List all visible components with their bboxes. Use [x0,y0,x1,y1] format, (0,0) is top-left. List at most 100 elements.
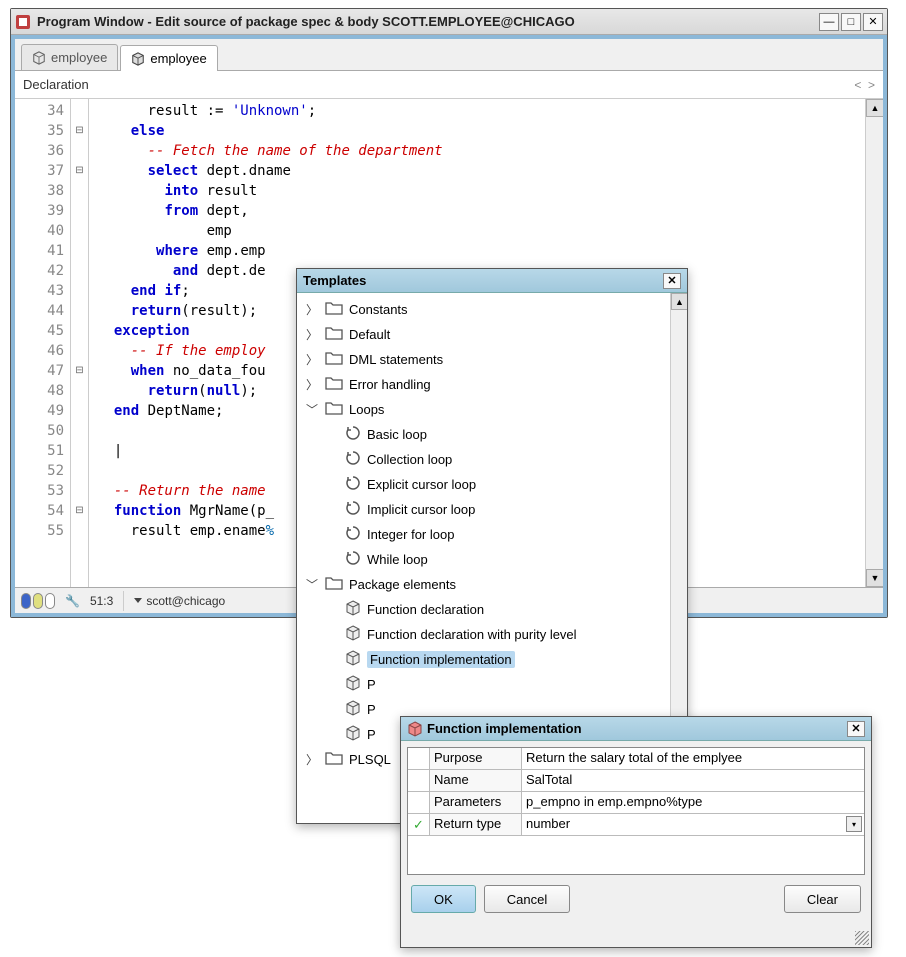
tree-item-label: Integer for loop [367,527,454,542]
tree-item-label: Loops [349,402,384,417]
vertical-scrollbar[interactable]: ▲ ▼ [865,99,883,587]
tree-item-label: Collection loop [367,452,452,467]
dialog-buttons: OK Cancel Clear [401,881,871,921]
tree-item[interactable]: P [297,672,687,697]
connection-label: scott@chicago [146,594,225,608]
field-value[interactable]: Return the salary total of the emplyee [522,748,864,769]
tree-item-label: Function declaration with purity level [367,627,577,642]
cancel-button[interactable]: Cancel [484,885,570,913]
minimize-button[interactable]: — [819,13,839,31]
connection-dropdown[interactable]: scott@chicago [134,594,225,608]
chevron-icon[interactable]: 〉 [305,376,319,393]
tree-item[interactable]: Basic loop [297,422,687,447]
tree-item-label: Package elements [349,577,456,592]
pill-yellow [33,593,43,609]
tree-item[interactable]: Function declaration with purity level [297,622,687,647]
row-check[interactable]: ✓ [408,814,430,835]
tree-item[interactable]: Explicit cursor loop [297,472,687,497]
row-check[interactable] [408,748,430,769]
tree-item-label: PLSQL [349,752,391,767]
cursor-position: 51:3 [90,594,113,608]
maximize-button[interactable]: □ [841,13,861,31]
grid-row: Purpose Return the salary total of the e… [408,748,864,770]
scroll-up-icon[interactable]: ▲ [866,99,883,117]
loop-icon [345,450,361,469]
tab-label: employee [51,50,107,65]
tree-item-label: While loop [367,552,428,567]
dialog-close-button[interactable]: ✕ [847,721,865,737]
cube-icon [345,725,361,744]
pill-white [45,593,55,609]
close-button[interactable]: ✕ [863,13,883,31]
folder-icon [325,576,343,593]
tree-item-label: Basic loop [367,427,427,442]
chevron-icon[interactable]: 〉 [305,326,319,343]
tree-item[interactable]: Integer for loop [297,522,687,547]
folder-icon [325,376,343,393]
tree-item[interactable]: Function implementation [297,647,687,672]
field-label: Return type [430,814,522,835]
fold-gutter[interactable]: ⊟ ⊟ ⊟ ⊟ [71,99,89,587]
ok-button[interactable]: OK [411,885,476,913]
nav-prev-next[interactable]: < > [854,78,875,92]
loop-icon [345,500,361,519]
tab-label: employee [150,51,206,66]
templates-close-button[interactable]: ✕ [663,273,681,289]
chevron-icon[interactable]: 〉 [305,351,319,368]
scroll-up-icon[interactable]: ▲ [671,293,687,310]
chevron-icon[interactable]: ﹀ [305,401,319,418]
row-check[interactable] [408,770,430,791]
tree-item[interactable]: Collection loop [297,447,687,472]
tree-item-label: Implicit cursor loop [367,502,475,517]
tree-item[interactable]: Function declaration [297,597,687,622]
templates-titlebar[interactable]: Templates ✕ [297,269,687,293]
field-value[interactable]: number▾ [522,814,864,835]
chevron-icon[interactable]: 〉 [305,301,319,318]
tree-item[interactable]: 〉 DML statements [297,347,687,372]
window-title: Program Window - Edit source of package … [37,14,817,29]
loop-icon [345,550,361,569]
dialog-grid: Purpose Return the salary total of the e… [407,747,865,875]
titlebar[interactable]: Program Window - Edit source of package … [11,9,887,35]
dropdown-button[interactable]: ▾ [846,816,862,832]
folder-icon [325,326,343,343]
chevron-icon[interactable]: ﹀ [305,576,319,593]
declaration-label[interactable]: Declaration [23,77,89,92]
tree-item[interactable]: 〉Default [297,322,687,347]
tree-item[interactable]: While loop [297,547,687,572]
wrench-icon[interactable]: 🔧 [65,594,80,608]
tree-item-label: P [367,677,376,692]
scroll-down-icon[interactable]: ▼ [866,569,883,587]
resize-grip[interactable] [855,931,869,945]
tree-item[interactable]: ﹀ Package elements [297,572,687,597]
tree-item[interactable]: Implicit cursor loop [297,497,687,522]
dialog-titlebar[interactable]: Function implementation ✕ [401,717,871,741]
chevron-icon[interactable]: 〉 [305,751,319,768]
tree-item-label: Explicit cursor loop [367,477,476,492]
tab-strip: employee employee [15,39,883,71]
tree-item[interactable]: 〉 Error handling [297,372,687,397]
loop-icon [345,475,361,494]
function-implementation-dialog: Function implementation ✕ Purpose Return… [400,716,872,948]
tree-item-label: Error handling [349,377,431,392]
tree-item-label: DML statements [349,352,443,367]
cube-icon [345,700,361,719]
grid-row: Name SalTotal [408,770,864,792]
tab-employee-body[interactable]: employee [120,45,217,71]
dialog-icon [407,721,423,737]
dialog-title: Function implementation [427,721,582,736]
app-icon [15,14,31,30]
tree-item-label: Constants [349,302,408,317]
field-value[interactable]: SalTotal [522,770,864,791]
loop-icon [345,425,361,444]
grid-row: ✓ Return type number▾ [408,814,864,836]
field-value[interactable]: p_empno in emp.empno%type [522,792,864,813]
tree-item[interactable]: ﹀ Loops [297,397,687,422]
templates-title: Templates [303,273,366,288]
grid-row: Parameters p_empno in emp.empno%type [408,792,864,814]
row-check[interactable] [408,792,430,813]
folder-icon [325,401,343,418]
clear-button[interactable]: Clear [784,885,861,913]
tree-item[interactable]: 〉 Constants [297,297,687,322]
tab-employee-spec[interactable]: employee [21,44,118,70]
